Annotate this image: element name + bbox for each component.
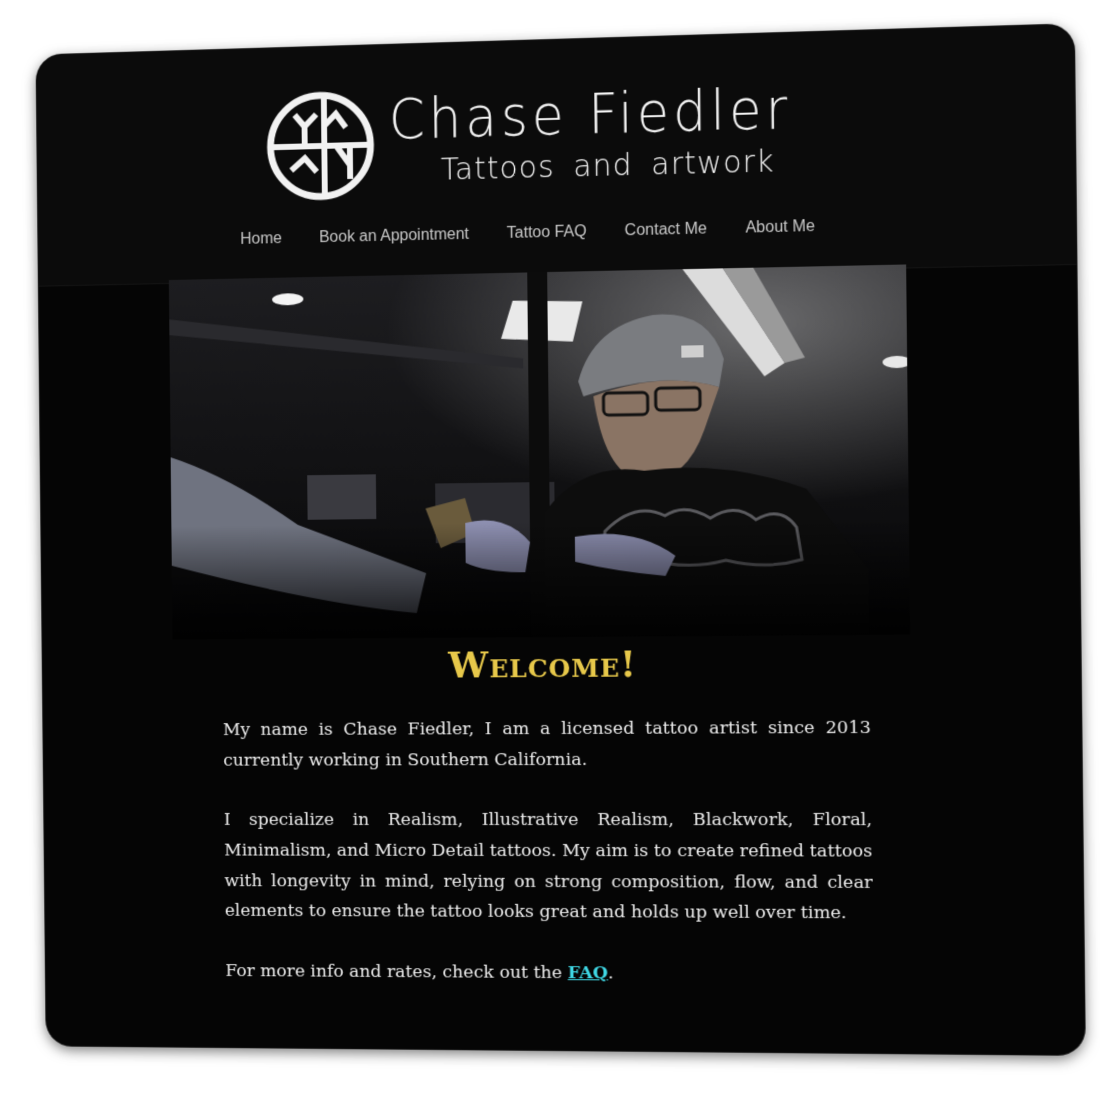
circle-sigil-logo-icon xyxy=(265,89,376,203)
site-header: Chase Fiedler Tattoos and artwork Home B… xyxy=(36,24,1077,287)
nav-item-tattoo-faq[interactable]: Tattoo FAQ xyxy=(488,217,606,250)
hero-photo xyxy=(168,264,911,640)
main-content: Welcome! My name is Chase Fiedler, I am … xyxy=(222,636,874,1021)
site-logo[interactable]: Chase Fiedler Tattoos and artwork xyxy=(265,76,825,211)
brand-tagline: Tattoos and artwork xyxy=(440,144,775,188)
specialties-paragraph: I specialize in Realism, Illustrative Re… xyxy=(223,810,873,924)
more-info-text: For more info and rates, check out the xyxy=(225,960,568,983)
welcome-heading: Welcome! xyxy=(448,643,638,687)
faq-link[interactable]: FAQ xyxy=(568,963,608,983)
screenshot-stage: Chase Fiedler Tattoos and artwork Home B… xyxy=(0,0,1100,1100)
nav-item-about-me[interactable]: About Me xyxy=(726,211,834,244)
tattoo-artist-photo xyxy=(168,264,911,640)
main-navigation: Home Book an Appointment Tattoo FAQ Cont… xyxy=(222,211,835,255)
nav-item-contact-me[interactable]: Contact Me xyxy=(605,214,726,247)
more-info-suffix: . xyxy=(607,963,614,984)
browser-page: Chase Fiedler Tattoos and artwork Home B… xyxy=(36,24,1085,1055)
nav-item-home[interactable]: Home xyxy=(222,224,301,255)
intro-paragraph: My name is Chase Fiedler, I am a license… xyxy=(222,717,872,771)
brand-name: Chase Fiedler xyxy=(388,77,792,152)
more-info-paragraph: For more info and rates, check out the F… xyxy=(225,956,874,991)
nav-item-book-appointment[interactable]: Book an Appointment xyxy=(300,219,488,253)
